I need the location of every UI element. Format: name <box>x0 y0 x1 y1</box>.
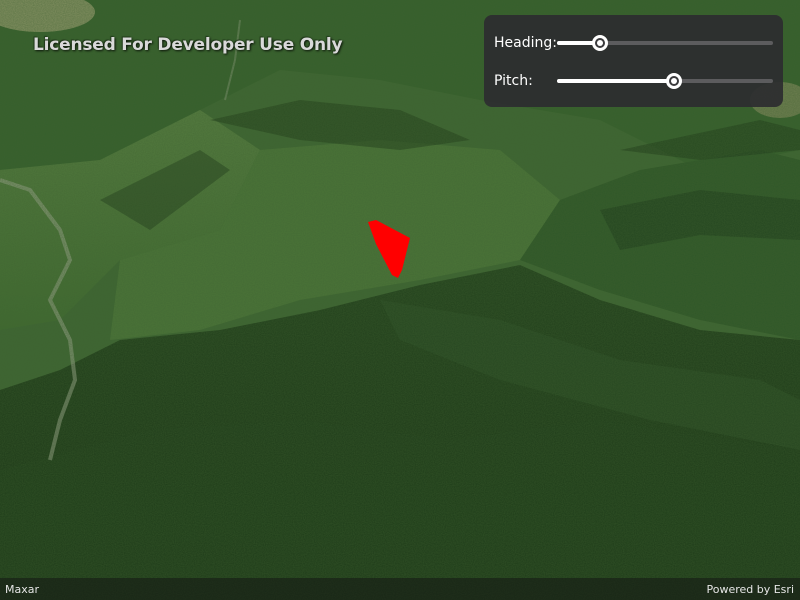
pitch-slider[interactable] <box>557 70 773 94</box>
imagery-attribution[interactable]: Maxar <box>5 583 39 596</box>
camera-control-panel: Heading: Pitch: <box>484 15 783 107</box>
heading-label: Heading: <box>494 35 557 51</box>
heading-control: Heading: <box>494 32 773 56</box>
heading-slider-thumb[interactable] <box>592 35 609 51</box>
pitch-label: Pitch: <box>494 73 533 89</box>
pitch-control: Pitch: <box>494 70 773 94</box>
developer-license-watermark: Licensed For Developer Use Only <box>33 35 343 55</box>
heading-slider[interactable] <box>557 32 773 56</box>
pitch-slider-fill <box>557 79 674 83</box>
powered-by-esri[interactable]: Powered by Esri <box>706 583 794 596</box>
pitch-slider-thumb[interactable] <box>665 73 682 89</box>
attribution-bar: Maxar Powered by Esri <box>0 578 800 600</box>
map-view[interactable]: Licensed For Developer Use Only Heading:… <box>0 0 800 600</box>
